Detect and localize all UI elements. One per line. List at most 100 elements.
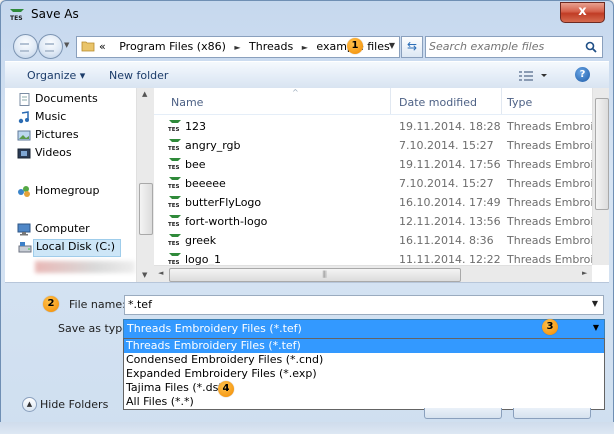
file-row[interactable]: TES beeeee 7.10.2014. 15:27 Threads Embr… [154,174,609,194]
scroll-left-icon[interactable]: ◄ [158,269,163,277]
file-list-vertical-scrollbar[interactable] [592,88,609,265]
svg-text:TES: TES [10,15,23,21]
refresh-button[interactable]: ⇆ [401,36,423,58]
nav-item-label: Videos [35,146,72,159]
svg-text:TES: TES [168,146,180,152]
file-name: fort-worth-logo [185,215,268,228]
address-dropdown-icon[interactable]: ▼ [389,41,395,50]
callout-badge: 1 [347,38,363,54]
svg-text:TES: TES [168,165,180,171]
scroll-down-icon[interactable]: ▼ [142,271,147,279]
organize-menu-button[interactable]: Organize ▾ [27,69,85,82]
scroll-up-icon[interactable]: ▲ [142,90,147,98]
callout-badge: 4 [218,381,234,397]
scroll-right-icon[interactable]: ► [582,269,587,277]
search-icon[interactable] [585,41,597,53]
type-option[interactable]: Condensed Embroidery Files (*.cnd) [124,353,604,367]
type-option-label: Condensed Embroidery Files (*.cnd) [126,353,324,366]
back-button[interactable] [13,34,38,59]
file-row[interactable]: TES angry_rgb 7.10.2014. 15:27 Threads E… [154,136,609,156]
breadcrumb-separator[interactable]: ► [229,43,245,52]
breadcrumb-overflow[interactable]: « [99,40,106,53]
type-option[interactable]: Threads Embroidery Files (*.tef) [124,339,604,353]
file-row[interactable]: TES 123 19.11.2014. 18:28 Threads Embroi… [154,117,609,137]
file-name: angry_rgb [185,139,241,152]
column-header-name[interactable]: Name [171,96,203,109]
browser-content: Documents Music Pictures Videos Homegrou… [5,88,609,283]
nav-item-pictures[interactable]: Pictures [17,128,79,144]
nav-item-computer[interactable]: Computer [17,222,90,238]
command-toolbar: Organize ▾ New folder ? [5,61,609,89]
svg-text:TES: TES [168,222,180,228]
navigation-pane-scrollbar[interactable]: ▲ ▼ [136,88,154,282]
svg-text:TES: TES [168,203,180,209]
svg-text:TES: TES [168,127,180,133]
forward-button[interactable] [38,34,63,59]
column-divider[interactable] [390,88,391,114]
save-button[interactable] [424,408,502,419]
nav-item-homegroup[interactable]: Homegroup [18,184,99,200]
file-row[interactable]: TES bee 19.11.2014. 17:56 Threads Embroi… [154,155,609,175]
homegroup-icon [18,186,30,197]
column-header-type[interactable]: Type [507,96,532,109]
recent-locations-dropdown-icon[interactable]: ▼ [64,41,69,49]
nav-item-local-disk[interactable]: Local Disk (C:) [18,239,122,257]
folder-icon [81,41,95,52]
pictures-icon [17,130,31,141]
nav-item-label: Documents [35,92,98,105]
tes-file-icon: TES [168,120,181,133]
file-row[interactable]: TES greek 16.11.2014. 8:36 Threads Embro… [154,231,609,251]
breadcrumb-item-threads[interactable]: Threads [249,40,293,53]
breadcrumb-separator[interactable]: ► [297,43,313,52]
breadcrumb-item-program-files[interactable]: Program Files (x86) [119,40,226,53]
column-divider[interactable] [501,88,502,114]
search-input[interactable] [429,39,579,54]
new-folder-button[interactable]: New folder [109,69,168,82]
sort-ascending-icon: ^ [292,88,299,97]
search-box[interactable] [425,36,603,58]
chevron-up-icon: ▲ [22,397,37,412]
scroll-thumb[interactable]: ||| [169,268,461,282]
music-icon [18,111,29,124]
videos-icon [17,148,31,159]
file-name-label: File name: [69,298,126,311]
nav-item-documents[interactable]: Documents [19,92,98,108]
scroll-thumb[interactable] [595,98,609,210]
help-button[interactable]: ? [575,67,590,82]
save-as-type-select[interactable]: Threads Embroidery Files (*.tef) ▼ [123,319,605,339]
nav-item-music[interactable]: Music [18,110,67,126]
chevron-down-icon[interactable]: ▼ [592,299,598,308]
tes-file-icon: TES [168,196,181,209]
file-list-horizontal-scrollbar[interactable]: ◄ ||| ► [154,265,592,282]
title-bar[interactable]: TES Save As [1,1,613,29]
file-name-input[interactable] [128,297,568,312]
type-option[interactable]: Tajima Files (*.dst) [124,381,604,395]
nav-item-label: Local Disk (C:) [36,240,116,253]
local-disk-icon [18,242,32,253]
navigation-pane: Documents Music Pictures Videos Homegrou… [5,88,154,282]
type-option-label: Expanded Embroidery Files (*.exp) [126,367,317,380]
file-row[interactable]: TES fort-worth-logo 12.11.2014. 13:56 Th… [154,212,609,232]
column-header-date-modified[interactable]: Date modified [399,96,477,109]
change-view-icon[interactable] [517,68,551,82]
cancel-button[interactable] [513,408,591,419]
file-list: ^ Name Date modified Type TES 123 19.11.… [154,88,609,282]
hide-folders-label: Hide Folders [40,398,109,411]
refresh-icon: ⇆ [406,39,418,53]
nav-item-videos[interactable]: Videos [17,146,72,162]
file-name-combobox[interactable]: ▼ [124,295,604,315]
file-row[interactable]: TES butterFlyLogo 16.10.2014. 17:49 Thre… [154,193,609,213]
file-name: 123 [185,120,206,133]
tes-file-icon: TES [168,139,181,152]
close-button[interactable]: x [560,2,605,23]
chevron-down-icon[interactable]: ▼ [593,323,599,332]
save-as-type-label: Save as type: [58,322,133,335]
type-option[interactable]: All Files (*.*) [124,395,604,409]
scroll-thumb[interactable] [139,183,153,235]
svg-text:TES: TES [168,184,180,190]
type-option[interactable]: Expanded Embroidery Files (*.exp) [124,367,604,381]
file-name: butterFlyLogo [185,196,262,209]
nav-item-label: Pictures [35,128,79,141]
window-title: Save As [31,7,79,21]
nav-item-label: Music [35,110,67,123]
